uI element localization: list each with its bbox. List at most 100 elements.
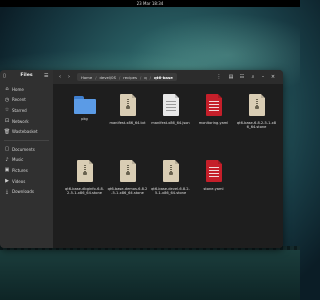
zipper-tag (82, 172, 87, 175)
view-options-icon[interactable]: ▤ (227, 73, 235, 81)
document-shape (162, 94, 179, 116)
file-view: pkg manifest.x86_64.txt manifest.x86_64.js… (53, 84, 283, 248)
files-window: ▯ Files ☰ ⌂ Home ◷ Recent ☆ Starred ⊡ Network 🗑 W… (0, 70, 283, 248)
zipper (126, 99, 129, 106)
breadcrumb-item[interactable]: Home (79, 75, 94, 80)
document-shape (76, 160, 93, 182)
videos-icon: ▶ (5, 178, 9, 185)
document-shape (205, 160, 222, 182)
file-item[interactable]: manifest.x86_64.txt (106, 92, 149, 158)
star-icon: ☆ (4, 107, 10, 114)
zipper-tag (125, 106, 130, 109)
list-view-icon[interactable]: ☷ (238, 73, 246, 81)
header-bar: ‹ › Home / devel/0S / recipes / q / qt6-base ⋮ ▤… (53, 70, 283, 84)
sidebar-item-label: Home (12, 86, 24, 92)
forward-icon[interactable]: › (65, 73, 73, 81)
sidebar-places: ▢ Documents ♪ Music ▣ Pictures ▶ Videos ⤓ Downloa… (0, 144, 53, 197)
sidebar-item-music[interactable]: ♪ Music (0, 155, 53, 166)
file-item[interactable]: qt6-base-devel-6.8.2-5-1-x86_64.stone (149, 158, 192, 224)
downloads-icon: ⤓ (5, 188, 9, 195)
file-item[interactable]: stone.yaml (192, 158, 235, 224)
sidebar-item-videos[interactable]: ▶ Videos (0, 176, 53, 187)
sidebar-item-wastebasket[interactable]: 🗑 Wastebasket (0, 126, 53, 137)
breadcrumb: Home / devel/0S / recipes / q / qt6-base (77, 73, 177, 81)
sidebar-item-label: Recent (12, 97, 26, 103)
text-file-icon (160, 94, 182, 118)
close-icon[interactable]: × (269, 73, 277, 81)
sidebar-item-label: Videos (12, 178, 26, 184)
sidebar-item-pictures[interactable]: ▣ Pictures (0, 165, 53, 176)
page-fold (174, 94, 179, 98)
zipper-tag (254, 106, 259, 109)
file-name: qt6-base-dbginfo-6.8.2-5-1-x86_64.stone (65, 187, 104, 196)
documents-icon: ▢ (4, 146, 10, 153)
trash-icon: 🗑 (3, 128, 11, 135)
text-lines (165, 101, 176, 111)
page-fold (174, 160, 179, 164)
search-icon[interactable]: ⌕ (249, 73, 257, 81)
sidebar-item-downloads[interactable]: ⤓ Downloads (0, 186, 53, 197)
page-fold (217, 94, 222, 98)
file-item[interactable]: qt6-base-dbginfo-6.8.2-5-1-x86_64.stone (63, 158, 106, 224)
file-item[interactable]: qt6-base-6.8.2-5-1-x86_64.stone (235, 92, 278, 158)
file-name: manifest.x86_64.txt (109, 121, 146, 125)
sidebar-item-label: Network (12, 118, 29, 124)
sidebar-item-label: Starred (12, 107, 27, 113)
top-bar: 23 Mar 18:34 (0, 0, 300, 7)
sidebar-items: ⌂ Home ◷ Recent ☆ Starred ⊡ Network 🗑 Wastebasket (0, 84, 53, 137)
path-menu-icon[interactable]: ⋮ (215, 73, 223, 81)
network-icon: ⊡ (4, 118, 10, 125)
file-name: manifest.x86_64.json (151, 121, 190, 125)
music-icon: ♪ (5, 156, 9, 163)
yaml-file-icon (203, 94, 225, 118)
zipper (169, 165, 172, 172)
folder-body (73, 99, 96, 114)
file-name: stone.yaml (203, 187, 224, 191)
sidebar-item-label: Downloads (12, 189, 34, 195)
file-item[interactable]: manifest.x86_64.json (149, 92, 192, 158)
archive-file-icon (246, 94, 268, 118)
minimize-icon[interactable]: – (259, 73, 267, 81)
page-fold (131, 94, 136, 98)
file-name: monitoring.yaml (198, 121, 229, 125)
file-name: qt6-base-demos-6.8.2-5-1-x86_64.stone (107, 187, 148, 196)
back-icon[interactable]: ‹ (56, 73, 64, 81)
page-fold (131, 160, 136, 164)
pictures-icon: ▣ (4, 167, 10, 174)
document-shape (119, 94, 136, 116)
yaml-file-icon (203, 160, 225, 184)
sidebar-header: ▯ Files ☰ (0, 70, 53, 84)
folder-icon (73, 96, 96, 114)
sidebar-item-documents[interactable]: ▢ Documents (0, 144, 53, 155)
zipper-tag (125, 172, 130, 175)
sidebar: ▯ Files ☰ ⌂ Home ◷ Recent ☆ Starred ⊡ Network 🗑 W… (0, 70, 53, 248)
sidebar-item-network[interactable]: ⊡ Network (0, 116, 53, 127)
breadcrumb-item[interactable]: qt6-base (152, 75, 175, 80)
sidebar-divider (4, 139, 49, 141)
zipper (126, 165, 129, 172)
file-grid: pkg manifest.x86_64.txt manifest.x86_64.js… (63, 92, 279, 224)
file-name: pkg (81, 117, 88, 121)
file-item[interactable]: pkg (63, 92, 106, 158)
archive-file-icon (74, 160, 96, 184)
document-shape (162, 160, 179, 182)
breadcrumb-item[interactable]: recipes (121, 75, 139, 80)
zipper-tag (168, 172, 173, 175)
archive-file-icon (117, 160, 139, 184)
file-item[interactable]: qt6-base-demos-6.8.2-5-1-x86_64.stone (106, 158, 149, 224)
sidebar-item-recent[interactable]: ◷ Recent (0, 95, 53, 106)
home-icon: ⌂ (5, 86, 9, 93)
breadcrumb-item[interactable]: devel/0S (98, 75, 119, 80)
document-shape (248, 94, 265, 116)
file-item[interactable]: monitoring.yaml (192, 92, 235, 158)
wallpaper-ground (0, 250, 300, 300)
sidebar-item-home[interactable]: ⌂ Home (0, 84, 53, 95)
yaml-lines (208, 101, 219, 111)
clock[interactable]: 23 Mar 18:34 (137, 1, 164, 6)
yaml-lines (208, 167, 219, 177)
sidebar-item-label: Wastebasket (12, 129, 38, 135)
clock-icon: ◷ (4, 96, 10, 103)
page-fold (260, 94, 265, 98)
main-menu-icon[interactable]: ☰ (44, 73, 48, 79)
sidebar-item-starred[interactable]: ☆ Starred (0, 105, 53, 116)
